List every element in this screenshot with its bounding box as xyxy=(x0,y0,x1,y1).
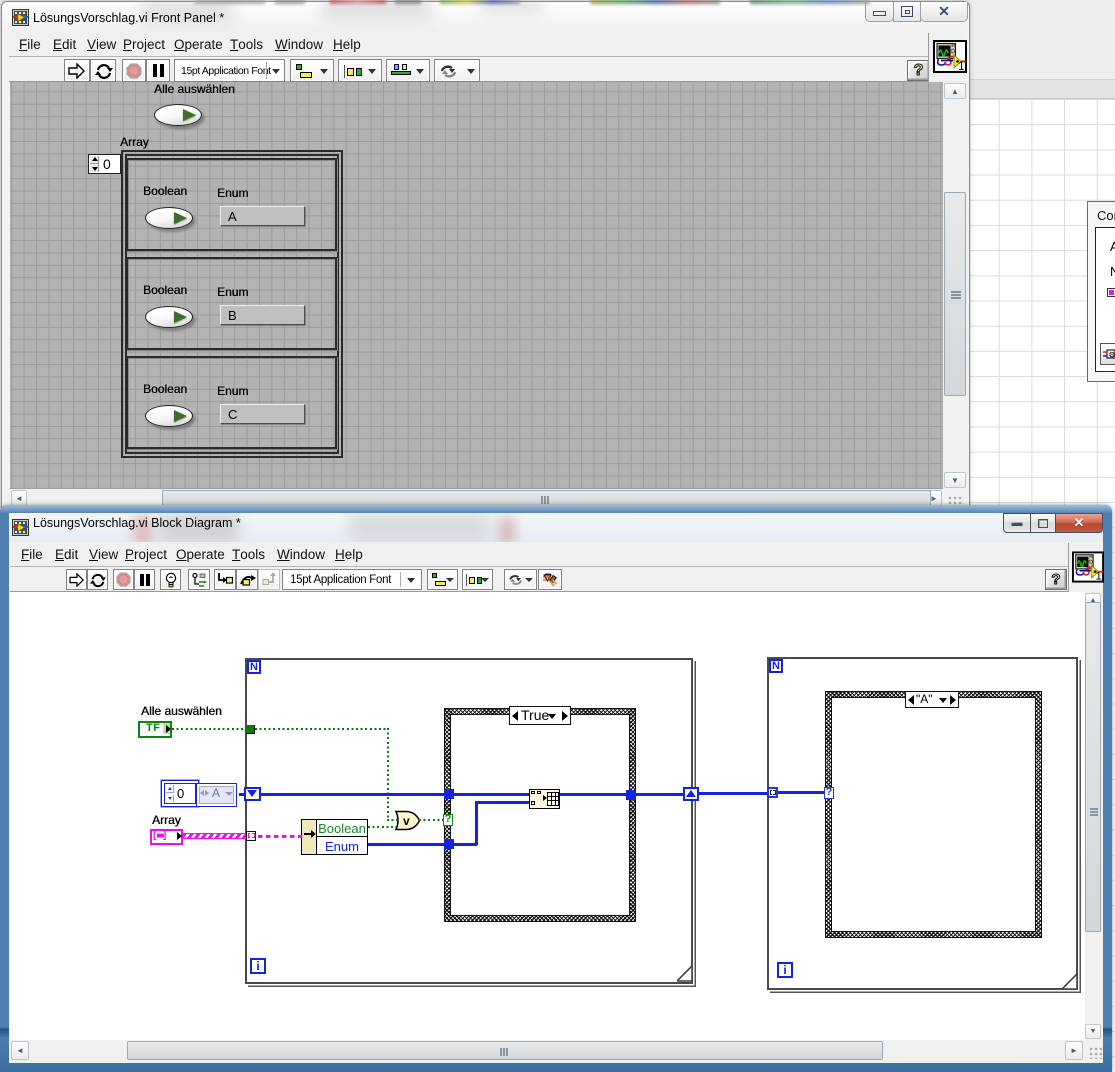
svg-text:v: v xyxy=(403,814,410,828)
svg-text:1: 1 xyxy=(958,59,965,73)
svg-text:⚙: ⚙ xyxy=(1109,351,1115,360)
svg-text:1: 1 xyxy=(1096,571,1102,583)
